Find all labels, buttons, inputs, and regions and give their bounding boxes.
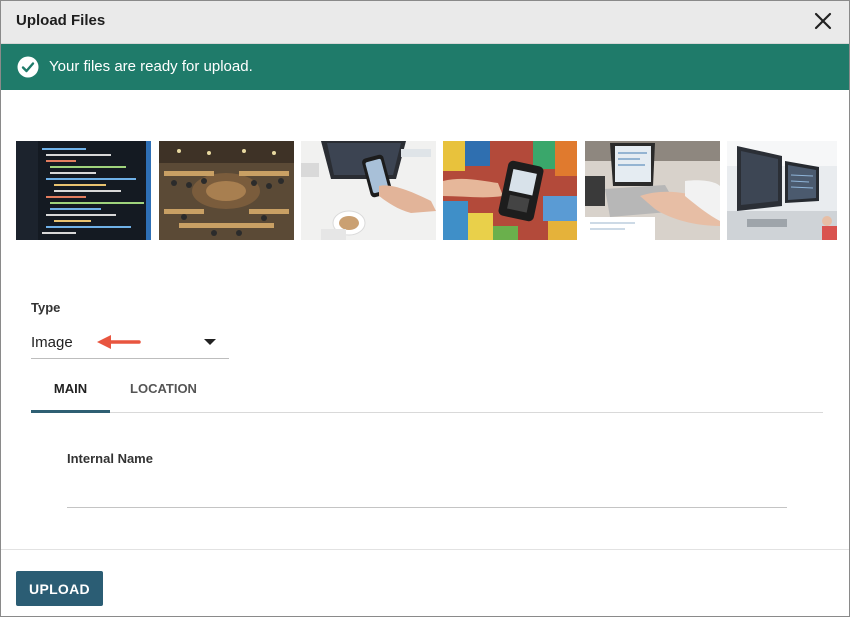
caret-down-icon[interactable] xyxy=(204,339,216,345)
dialog-header: Upload Files xyxy=(1,1,849,44)
thumbnail-image[interactable] xyxy=(16,141,151,240)
upload-button[interactable]: UPLOAD xyxy=(16,571,103,606)
dialog-title: Upload Files xyxy=(16,12,106,29)
banner-message: Your files are ready for upload. xyxy=(49,58,253,75)
thumbnail-image[interactable] xyxy=(727,141,837,240)
thumbnail-image[interactable] xyxy=(585,141,720,240)
red-arrow-icon xyxy=(95,334,141,350)
thumbnail-strip xyxy=(16,141,837,241)
footer-divider xyxy=(1,549,849,550)
internal-name-label: Internal Name xyxy=(67,451,153,466)
tab-main[interactable]: MAIN xyxy=(31,369,110,413)
close-icon[interactable] xyxy=(811,9,835,33)
tab-location[interactable]: LOCATION xyxy=(121,369,206,410)
upload-files-dialog: Upload Files Your files are ready for up… xyxy=(0,0,850,617)
type-label: Type xyxy=(31,300,61,315)
type-select-value: Image xyxy=(31,334,73,351)
internal-name-input[interactable] xyxy=(67,477,787,508)
success-banner: Your files are ready for upload. xyxy=(1,44,849,90)
thumbnail-image[interactable] xyxy=(159,141,294,240)
tab-bar: MAIN LOCATION xyxy=(31,369,823,413)
check-circle-icon xyxy=(17,56,39,78)
thumbnail-image[interactable] xyxy=(443,141,577,240)
thumbnail-image[interactable] xyxy=(301,141,436,240)
